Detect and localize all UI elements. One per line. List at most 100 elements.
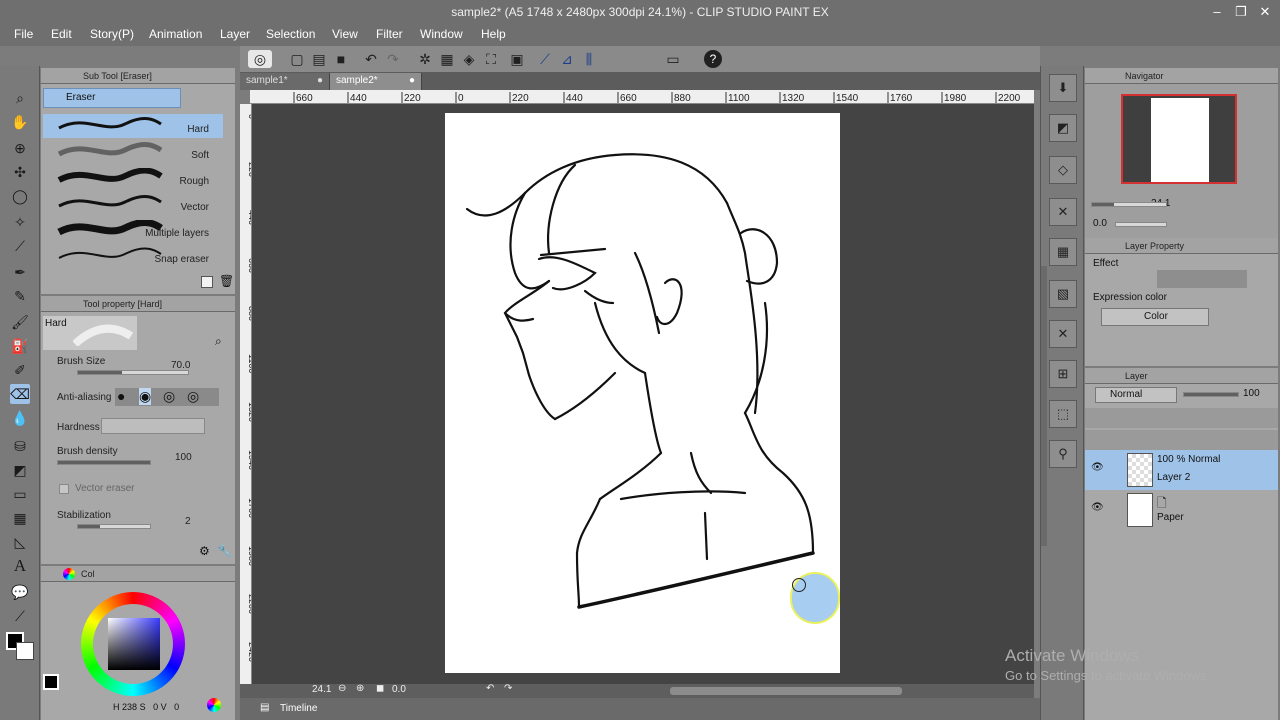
fit-icon[interactable]: ◼ bbox=[376, 683, 384, 694]
fill-icon[interactable]: ⛁ bbox=[10, 436, 30, 456]
layer-row-layer-2[interactable]: 👁 100 % Normal Layer 2 bbox=[1085, 450, 1278, 490]
blend-icon[interactable]: 💧 bbox=[10, 408, 30, 428]
subtool-item-snap-eraser[interactable]: Snap eraser bbox=[43, 244, 223, 268]
material-list-icon[interactable]: ▦ bbox=[1049, 238, 1077, 266]
expression-color-select[interactable]: Color bbox=[1101, 308, 1209, 326]
save-icon[interactable]: ■ bbox=[332, 50, 350, 68]
settings-icon[interactable]: ⚙ bbox=[199, 544, 210, 558]
opacity-value[interactable]: 100 bbox=[1243, 388, 1260, 399]
drawing-canvas[interactable] bbox=[445, 113, 840, 673]
navigator-angle[interactable]: 0.0 bbox=[1093, 218, 1107, 229]
stabilization-slider[interactable] bbox=[77, 524, 151, 529]
clear-icon[interactable]: ✲ bbox=[416, 50, 434, 68]
effect-buttons[interactable] bbox=[1157, 270, 1247, 288]
ruler-icon[interactable]: ◺ bbox=[10, 532, 30, 552]
vector-eraser-checkbox[interactable] bbox=[59, 484, 69, 494]
anti-aliasing-selector[interactable]: ● ◉ ◎ ◎ bbox=[115, 388, 219, 406]
material-box-icon[interactable]: ⬚ bbox=[1049, 400, 1077, 428]
gradient-icon[interactable]: ◩ bbox=[10, 460, 30, 480]
text-icon[interactable]: A bbox=[10, 556, 30, 576]
tab-sample2[interactable]: sample2* ● bbox=[330, 73, 422, 90]
undo-icon[interactable]: ↶ bbox=[362, 50, 380, 68]
color-wheel-tab-icon[interactable] bbox=[63, 568, 75, 580]
wrench-icon[interactable]: 🔧 bbox=[217, 544, 232, 558]
zoom-value[interactable]: 24.1 bbox=[312, 684, 331, 695]
angle-value[interactable]: 0.0 bbox=[392, 684, 406, 695]
timeline-label[interactable]: Timeline bbox=[280, 703, 317, 714]
timeline-icon[interactable]: ▤ bbox=[260, 702, 269, 713]
menu-story[interactable]: Story(P) bbox=[90, 27, 134, 41]
menu-view[interactable]: View bbox=[332, 27, 358, 41]
pen-icon[interactable]: ✒ bbox=[10, 262, 30, 282]
new-file-icon[interactable]: ▢ bbox=[288, 50, 306, 68]
clear-outside-icon[interactable]: ▦ bbox=[438, 50, 456, 68]
navigator-angle-slider[interactable] bbox=[1115, 222, 1167, 227]
transform-icon[interactable]: ⛶ bbox=[482, 50, 500, 68]
material-pose-icon[interactable]: ✕ bbox=[1049, 198, 1077, 226]
sub-color-swatch[interactable] bbox=[16, 642, 34, 660]
fill-selection-icon[interactable]: ◈ bbox=[460, 50, 478, 68]
aa-strong-icon[interactable]: ◎ bbox=[187, 388, 199, 405]
brush-size-slider[interactable] bbox=[77, 370, 189, 375]
menu-animation[interactable]: Animation bbox=[149, 27, 202, 41]
menu-window[interactable]: Window bbox=[420, 27, 463, 41]
magnifier-icon[interactable]: ⌕ bbox=[215, 334, 222, 349]
minimize-button[interactable]: – bbox=[1206, 2, 1228, 22]
move-icon[interactable]: ✣ bbox=[10, 162, 30, 182]
layer-row-paper[interactable]: 👁 🗋 Paper bbox=[1085, 490, 1278, 530]
frame-icon[interactable]: ▦ bbox=[10, 508, 30, 528]
material-frame-icon[interactable]: ⊞ bbox=[1049, 360, 1077, 388]
search-icon[interactable]: ⌕ bbox=[10, 88, 30, 108]
canvas-vertical-scrollbar[interactable] bbox=[1041, 266, 1047, 546]
zoom-icon[interactable]: ⊕ bbox=[10, 138, 30, 158]
navigator-zoom-slider[interactable] bbox=[1091, 202, 1167, 207]
tab-sample1[interactable]: sample1* ● bbox=[240, 73, 330, 90]
brush-density-slider[interactable] bbox=[57, 460, 151, 465]
subtool-item-hard[interactable]: Hard bbox=[43, 114, 223, 138]
hand-icon[interactable]: ✋ bbox=[10, 112, 30, 132]
decoration-icon[interactable]: ✐ bbox=[10, 360, 30, 380]
redo-icon[interactable]: ↷ bbox=[384, 50, 402, 68]
balloon-icon[interactable]: 💬 bbox=[10, 582, 30, 602]
material-3d-icon[interactable]: ◇ bbox=[1049, 156, 1077, 184]
snap-ruler-icon[interactable]: ⟋ bbox=[536, 50, 554, 68]
open-file-icon[interactable]: ▤ bbox=[310, 50, 328, 68]
zoom-out-icon[interactable]: ⊖ bbox=[338, 683, 346, 694]
delete-subtool-icon[interactable]: 🗑 bbox=[219, 274, 234, 288]
snap-special-ruler-icon[interactable]: ⊿ bbox=[558, 50, 576, 68]
eye-icon[interactable]: 👁 bbox=[1091, 502, 1104, 513]
menu-filter[interactable]: Filter bbox=[376, 27, 403, 41]
color-mode-icon[interactable] bbox=[207, 698, 221, 712]
clip-studio-icon[interactable]: ◎ bbox=[248, 50, 272, 68]
material-figure-icon[interactable]: ⚲ bbox=[1049, 440, 1077, 468]
help-icon[interactable]: ? bbox=[704, 50, 722, 68]
opacity-slider[interactable] bbox=[1183, 392, 1239, 397]
maximize-button[interactable]: ❐ bbox=[1230, 2, 1252, 22]
new-subtool-icon[interactable] bbox=[201, 276, 213, 288]
rotate-right-icon[interactable]: ↷ bbox=[504, 683, 512, 694]
aa-weak-icon[interactable]: ◉ bbox=[139, 388, 152, 405]
horizontal-scrollbar[interactable] bbox=[670, 687, 902, 695]
eye-icon[interactable]: 👁 bbox=[1091, 462, 1104, 473]
material-star-icon[interactable]: ✕ bbox=[1049, 320, 1077, 348]
menu-help[interactable]: Help bbox=[481, 27, 506, 41]
deselect-icon[interactable]: ▣ bbox=[508, 50, 526, 68]
pencil-icon[interactable]: ✎ bbox=[10, 286, 30, 306]
color-tab-label[interactable]: Col bbox=[81, 569, 95, 579]
subtool-item-vector[interactable]: Vector bbox=[43, 192, 223, 216]
subtool-item-soft[interactable]: Soft bbox=[43, 140, 223, 164]
material-pattern-icon[interactable]: ▧ bbox=[1049, 280, 1077, 308]
magic-wand-icon[interactable]: ✧ bbox=[10, 212, 30, 232]
eraser-icon[interactable]: ⌫ bbox=[10, 384, 30, 404]
menu-layer[interactable]: Layer bbox=[220, 27, 250, 41]
subtool-group-eraser[interactable]: Eraser bbox=[43, 88, 181, 108]
subtool-item-rough[interactable]: Rough bbox=[43, 166, 223, 190]
lasso-icon[interactable]: ◯ bbox=[10, 186, 30, 206]
zoom-in-icon[interactable]: ⊕ bbox=[356, 683, 364, 694]
aa-none-icon[interactable]: ● bbox=[117, 388, 125, 404]
main-color-swatch[interactable] bbox=[43, 674, 59, 690]
rotate-left-icon[interactable]: ↶ bbox=[486, 683, 494, 694]
blend-mode-select[interactable]: Normal bbox=[1095, 387, 1177, 403]
figure-icon[interactable]: ▭ bbox=[10, 484, 30, 504]
hardness-selector[interactable] bbox=[101, 418, 205, 434]
